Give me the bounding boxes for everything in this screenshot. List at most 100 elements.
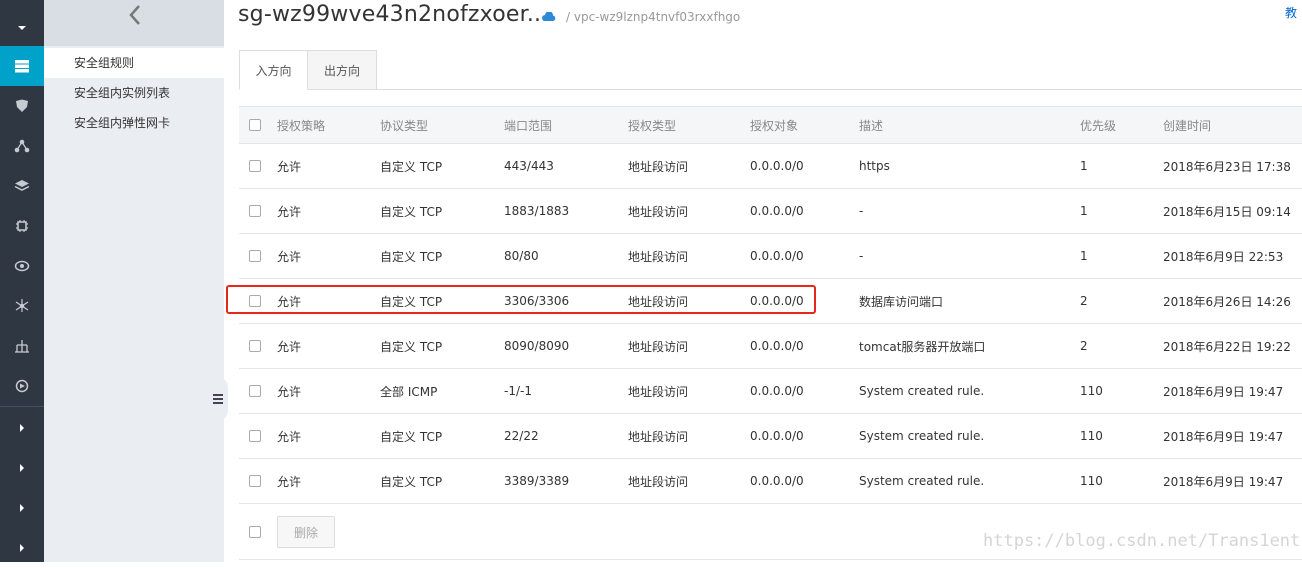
vpc-id[interactable]: / vpc-wz9lznp4tnvf03rxxfhgo: [566, 10, 740, 24]
caret-right-icon[interactable]: [0, 448, 44, 488]
icon-rail: [0, 0, 44, 562]
cell-protocol: 全部 ICMP: [380, 384, 438, 399]
cell-created: 2018年6月15日 09:14: [1163, 204, 1291, 219]
hub-icon[interactable]: [0, 286, 44, 326]
col-priority: 优先级: [1080, 118, 1117, 133]
table-header: 授权策略 协议类型 端口范围 授权类型 授权对象 描述 优先级 创建时间: [239, 107, 1302, 144]
footer-select-checkbox[interactable]: [249, 525, 261, 538]
shield-icon[interactable]: [0, 86, 44, 126]
caret-right-icon[interactable]: [0, 528, 44, 568]
cell-auth-type: 地址段访问: [628, 474, 689, 489]
cell-target: 0.0.0.0/0: [750, 474, 804, 488]
cell-priority: 110: [1080, 384, 1103, 398]
cell-auth-type: 地址段访问: [628, 249, 689, 264]
cell-policy: 允许: [277, 474, 302, 489]
cell-protocol: 自定义 TCP: [380, 294, 443, 309]
cell-auth-type: 地址段访问: [628, 384, 689, 399]
page-title: sg-wz99wve43n2nofzxoer...: [238, 2, 549, 27]
cell-priority: 110: [1080, 474, 1103, 488]
cell-policy: 允许: [277, 159, 302, 174]
cell-protocol: 自定义 TCP: [380, 204, 443, 219]
chevron-left-icon[interactable]: [128, 4, 142, 26]
caret-right-icon[interactable]: [0, 408, 44, 448]
cell-policy: 允许: [277, 294, 302, 309]
help-link[interactable]: 教: [1285, 4, 1297, 21]
cloud-icon[interactable]: [542, 12, 556, 22]
cell-priority: 1: [1080, 249, 1088, 263]
chip-icon[interactable]: [0, 206, 44, 246]
cell-policy: 允许: [277, 249, 302, 264]
circle-arrow-icon[interactable]: [0, 366, 44, 406]
table-row: 允许 自定义 TCP 8090/8090 地址段访问 0.0.0.0/0 tomcat服务…: [239, 324, 1302, 369]
cell-created: 2018年6月23日 17:38: [1163, 159, 1291, 174]
cell-auth-type: 地址段访问: [628, 204, 689, 219]
subnav-item-rules[interactable]: 安全组规则: [44, 48, 224, 78]
cell-desc: System created rule.: [859, 384, 985, 398]
row-checkbox[interactable]: [249, 250, 261, 262]
tab-outbound[interactable]: 出方向: [307, 50, 377, 90]
cell-protocol: 自定义 TCP: [380, 474, 443, 489]
delete-button[interactable]: 删除: [277, 516, 335, 548]
cell-auth-type: 地址段访问: [628, 294, 689, 309]
cell-port: 3306/3306: [504, 294, 570, 308]
caret-down-icon[interactable]: [0, 8, 44, 48]
row-checkbox[interactable]: [249, 205, 261, 217]
cell-target: 0.0.0.0/0: [750, 159, 804, 173]
table-row: 允许 自定义 TCP 22/22 地址段访问 0.0.0.0/0 System creat…: [239, 414, 1302, 459]
col-policy: 授权策略: [277, 118, 326, 133]
cell-target: 0.0.0.0/0: [750, 249, 804, 263]
cell-target: 0.0.0.0/0: [750, 384, 804, 398]
row-checkbox[interactable]: [249, 340, 261, 352]
col-protocol: 协议类型: [380, 118, 429, 133]
subnav-item-instances[interactable]: 安全组内实例列表: [44, 78, 224, 108]
cell-desc: -: [859, 204, 864, 218]
cell-desc: tomcat服务器开放端口: [859, 339, 986, 354]
cell-auth-type: 地址段访问: [628, 159, 689, 174]
cell-auth-type: 地址段访问: [628, 429, 689, 444]
sidebar-collapse-handle[interactable]: [208, 376, 228, 422]
network-icon[interactable]: [0, 126, 44, 166]
tab-underline: [239, 89, 1302, 90]
cell-policy: 允许: [277, 204, 302, 219]
cell-policy: 允许: [277, 429, 302, 444]
layers-icon[interactable]: [0, 166, 44, 206]
cell-port: -1/-1: [504, 384, 532, 398]
cell-created: 2018年6月9日 19:47: [1163, 429, 1284, 444]
table-row: 允许 自定义 TCP 443/443 地址段访问 0.0.0.0/0 https 1 2018…: [239, 144, 1302, 189]
cell-priority: 1: [1080, 204, 1088, 218]
row-checkbox[interactable]: [249, 295, 261, 307]
server-icon[interactable]: [0, 46, 44, 86]
cell-port: 443/443: [504, 159, 554, 173]
row-checkbox[interactable]: [249, 385, 261, 397]
cell-created: 2018年6月26日 14:26: [1163, 294, 1291, 309]
row-checkbox[interactable]: [249, 430, 261, 442]
cell-port: 8090/8090: [504, 339, 570, 353]
cell-policy: 允许: [277, 339, 302, 354]
sub-nav: 安全组规则 安全组内实例列表 安全组内弹性网卡: [44, 0, 224, 562]
select-all-checkbox[interactable]: [249, 119, 261, 131]
row-checkbox[interactable]: [249, 475, 261, 487]
rail-divider: [0, 406, 44, 407]
tab-inbound[interactable]: 入方向: [239, 50, 308, 90]
cell-created: 2018年6月9日 19:47: [1163, 474, 1284, 489]
cell-desc: System created rule.: [859, 429, 985, 443]
back-button[interactable]: [44, 0, 224, 46]
cell-created: 2018年6月9日 19:47: [1163, 384, 1284, 399]
tree-icon[interactable]: [0, 326, 44, 366]
cell-created: 2018年6月9日 22:53: [1163, 249, 1284, 264]
cell-created: 2018年6月22日 19:22: [1163, 339, 1291, 354]
col-port: 端口范围: [504, 118, 553, 133]
cell-policy: 允许: [277, 384, 302, 399]
cell-protocol: 自定义 TCP: [380, 429, 443, 444]
cell-desc: 数据库访问端口: [859, 294, 944, 309]
cell-port: 1883/1883: [504, 204, 570, 218]
caret-right-icon[interactable]: [0, 488, 44, 528]
table-row: 允许 全部 ICMP -1/-1 地址段访问 0.0.0.0/0 System creat…: [239, 369, 1302, 414]
row-checkbox[interactable]: [249, 160, 261, 172]
table-row: 允许 自定义 TCP 3306/3306 地址段访问 0.0.0.0/0 数据库访问端口 2…: [239, 279, 1302, 324]
subnav-item-eni[interactable]: 安全组内弹性网卡: [44, 108, 224, 138]
cell-protocol: 自定义 TCP: [380, 339, 443, 354]
cell-protocol: 自定义 TCP: [380, 249, 443, 264]
table-row: 允许 自定义 TCP 80/80 地址段访问 0.0.0.0/0 - 1 2018年6月9日 …: [239, 234, 1302, 279]
eye-icon[interactable]: [0, 246, 44, 286]
